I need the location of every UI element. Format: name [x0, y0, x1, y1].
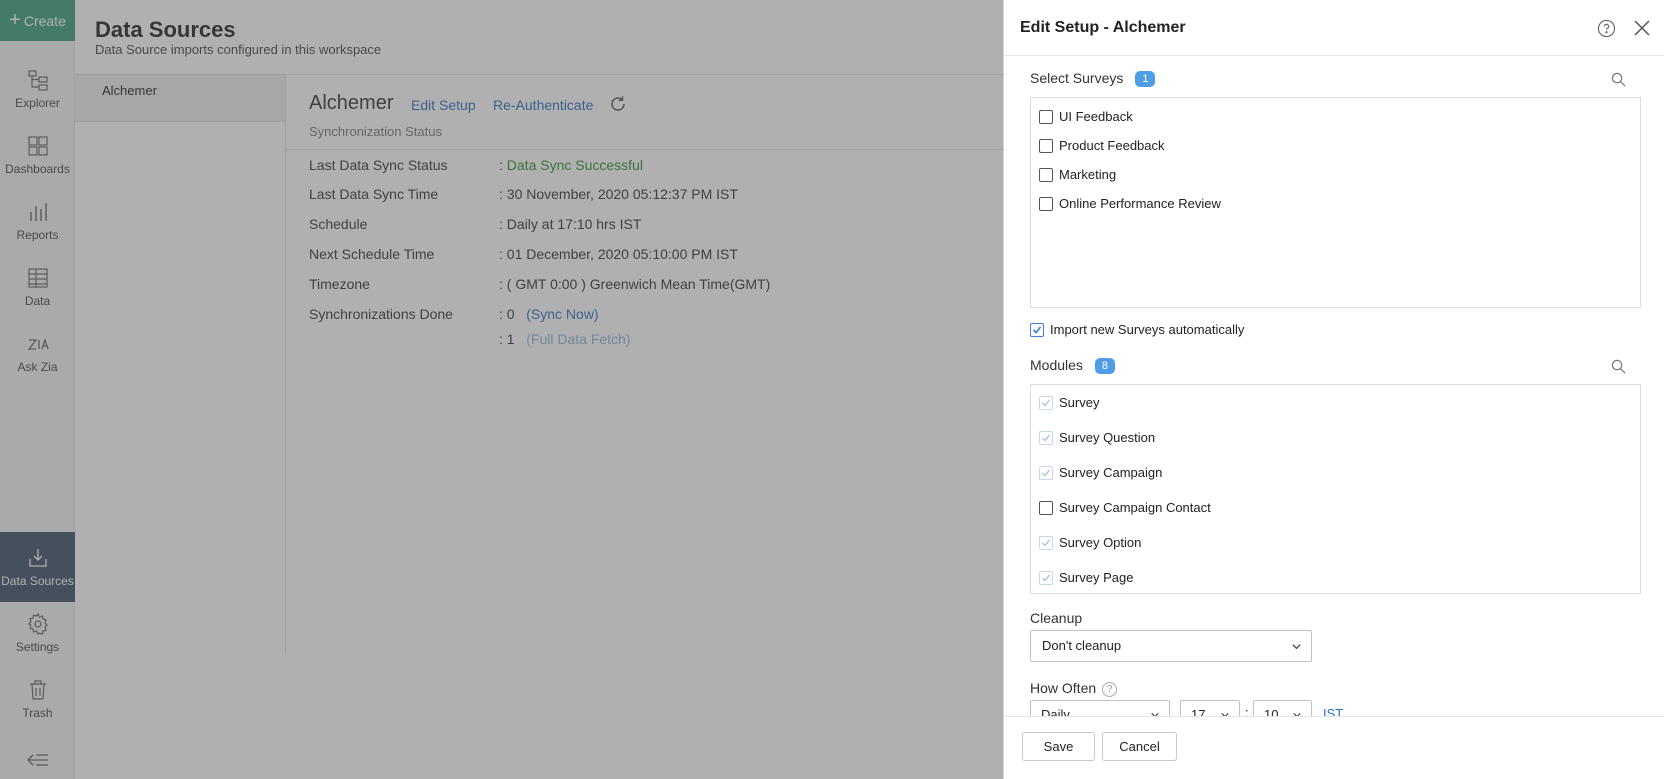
timezone-link[interactable]: IST	[1323, 706, 1343, 716]
surveys-list: UI Feedback Product Feedback Marketing O…	[1030, 97, 1641, 308]
panel-body: Select Surveys 1 UI Feedback Product Feed…	[1004, 56, 1664, 716]
checkbox[interactable]	[1039, 109, 1053, 124]
survey-option[interactable]: Online Performance Review	[1039, 196, 1221, 211]
survey-option[interactable]: Marketing	[1039, 167, 1116, 182]
help-icon[interactable]	[1597, 19, 1616, 38]
module-option[interactable]: Survey	[1039, 395, 1099, 410]
search-icon[interactable]	[1611, 359, 1626, 374]
module-option[interactable]: Survey Campaign	[1039, 465, 1162, 480]
panel-title: Edit Setup - Alchemer	[1020, 19, 1186, 36]
module-label: Survey Campaign Contact	[1059, 500, 1211, 515]
edit-setup-panel: Edit Setup - Alchemer Select Surveys 1 UI…	[1003, 0, 1664, 779]
module-label: Survey Page	[1059, 570, 1134, 585]
module-label: Survey	[1059, 395, 1100, 410]
select-surveys-label: Select Surveys 1	[1030, 70, 1156, 87]
close-icon[interactable]	[1632, 18, 1652, 38]
survey-option[interactable]: Product Feedback	[1039, 138, 1165, 153]
modules-list: Survey Survey Question Survey Campaign S…	[1030, 384, 1641, 594]
hour-select[interactable]: 17	[1180, 700, 1240, 716]
checkbox-disabled-checked	[1039, 535, 1053, 550]
chevron-down-icon	[1292, 644, 1301, 650]
module-option[interactable]: Survey Question	[1039, 430, 1155, 445]
survey-label: Marketing	[1059, 167, 1117, 182]
module-label: Survey Question	[1059, 430, 1156, 445]
minute-value: 10	[1264, 707, 1279, 716]
modal-overlay[interactable]	[0, 0, 1003, 779]
module-label: Survey Option	[1059, 535, 1142, 550]
module-option[interactable]: Survey Option	[1039, 535, 1141, 550]
modules-count-badge: 8	[1094, 358, 1115, 374]
checkbox[interactable]	[1039, 500, 1053, 515]
import-new-label: Import new Surveys automatically	[1050, 322, 1245, 337]
checkbox-disabled-checked	[1039, 395, 1053, 410]
modules-label: Modules 8	[1030, 357, 1115, 374]
save-button[interactable]: Save	[1022, 732, 1095, 761]
survey-label: UI Feedback	[1059, 109, 1133, 124]
import-new-surveys-option[interactable]: Import new Surveys automatically	[1030, 322, 1244, 337]
panel-footer: Save Cancel	[1004, 716, 1664, 779]
checkbox[interactable]	[1039, 167, 1053, 182]
checkbox-disabled-checked	[1039, 430, 1053, 445]
cleanup-value: Don't cleanup	[1042, 638, 1122, 653]
checkbox[interactable]	[1039, 196, 1053, 211]
frequency-value: Daily	[1041, 707, 1070, 716]
survey-label: Online Performance Review	[1059, 196, 1221, 211]
panel-header: Edit Setup - Alchemer	[1004, 0, 1664, 56]
cancel-button[interactable]: Cancel	[1102, 732, 1177, 761]
module-label: Survey Campaign	[1059, 465, 1163, 480]
help-icon[interactable]: ?	[1102, 682, 1118, 697]
checkbox-disabled-checked	[1039, 570, 1053, 585]
cleanup-label: Cleanup	[1030, 610, 1083, 626]
minute-select[interactable]: 10	[1253, 700, 1312, 716]
cleanup-select[interactable]: Don't cleanup	[1030, 630, 1312, 662]
how-often-label: How Often?	[1030, 680, 1118, 697]
checkbox-disabled-checked	[1039, 465, 1053, 480]
module-option[interactable]: Survey Page	[1039, 570, 1133, 585]
search-icon[interactable]	[1611, 72, 1626, 87]
frequency-select[interactable]: Daily	[1030, 700, 1170, 716]
checkbox[interactable]	[1039, 138, 1053, 153]
survey-label: Product Feedback	[1059, 138, 1165, 153]
hour-value: 17	[1191, 707, 1206, 716]
time-separator: :	[1245, 705, 1249, 716]
survey-option[interactable]: UI Feedback	[1039, 109, 1133, 124]
module-option[interactable]: Survey Campaign Contact	[1039, 500, 1211, 515]
checkbox-checked[interactable]	[1030, 322, 1044, 337]
surveys-count-badge: 1	[1135, 71, 1156, 87]
